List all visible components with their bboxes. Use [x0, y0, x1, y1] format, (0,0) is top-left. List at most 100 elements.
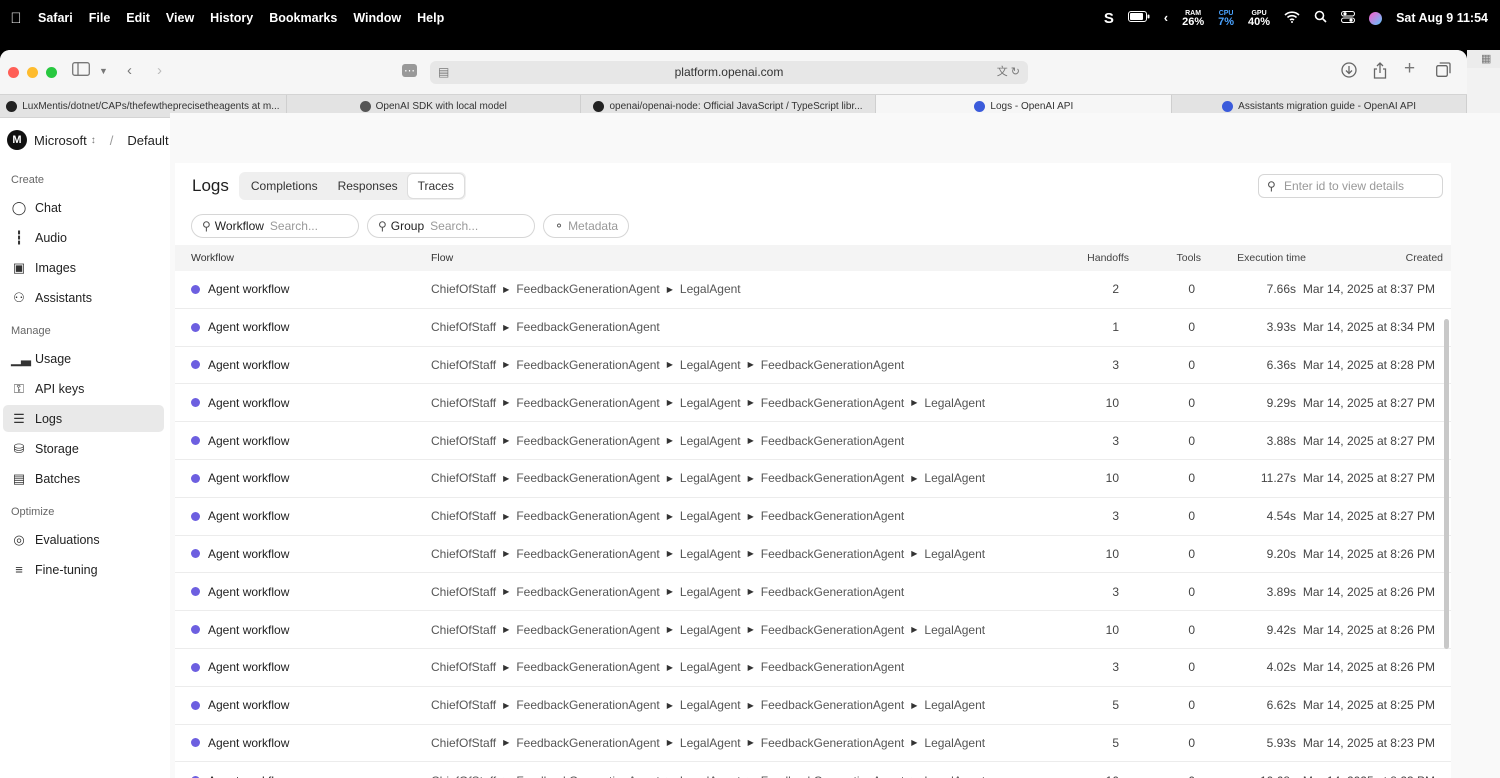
table-row[interactable]: Agent workflowChiefOfStaff▶FeedbackGener… [175, 536, 1451, 574]
tools-cell: 0 [1188, 546, 1195, 561]
arrow-right-icon: ▶ [911, 700, 918, 710]
table-row[interactable]: Agent workflowChiefOfStaff▶FeedbackGener… [175, 309, 1451, 347]
scrollbar[interactable] [1444, 319, 1449, 649]
tab-traces[interactable]: Traces [407, 174, 464, 198]
table-row[interactable]: Agent workflowChiefOfStaff▶FeedbackGener… [175, 347, 1451, 385]
arrow-right-icon: ▶ [911, 738, 918, 748]
tools-cell: 0 [1188, 698, 1195, 713]
col-handoffs[interactable]: Handoffs [1087, 252, 1129, 264]
menu-window[interactable]: Window [353, 11, 401, 25]
col-flow[interactable]: Flow [431, 252, 453, 264]
spotlight-search-icon[interactable] [1314, 10, 1327, 26]
table-row[interactable]: Agent workflowChiefOfStaff▶FeedbackGener… [175, 384, 1451, 423]
menu-file[interactable]: File [89, 11, 111, 25]
workflow-filter[interactable]: ⚲ Workflow Search... [191, 214, 359, 238]
table-row[interactable]: Agent workflowChiefOfStaff▶FeedbackGener… [175, 460, 1451, 498]
sidebar-item-evaluations[interactable]: ◎ Evaluations [3, 526, 164, 553]
table-row[interactable]: Agent workflowChiefOfStaff▶FeedbackGener… [175, 762, 1451, 778]
created-cell: Mar 14, 2025 at 8:27 PM [1302, 509, 1435, 524]
new-tab-icon[interactable]: + [1404, 58, 1415, 80]
ram-stat[interactable]: RAM 26% [1182, 9, 1205, 28]
execution-time-cell: 9.29s [1266, 395, 1296, 410]
ram-value: 26% [1182, 16, 1205, 28]
col-created[interactable]: Created [1406, 252, 1443, 264]
org-avatar[interactable]: M [7, 130, 27, 150]
menu-bookmarks[interactable]: Bookmarks [269, 11, 337, 25]
metadata-filter[interactable]: ⚬ Metadata [543, 214, 630, 238]
workflow-cell: Agent workflow [191, 282, 289, 296]
chevron-updown-icon[interactable]: ↕ [91, 135, 96, 146]
sidebar-item-api-keys[interactable]: ⚿ API keys [3, 375, 164, 402]
chevron-left-icon[interactable]: ‹ [1164, 11, 1168, 25]
sidebar-toggle-icon[interactable] [72, 62, 90, 80]
share-icon[interactable] [1373, 62, 1387, 83]
minimize-window-button[interactable] [27, 66, 38, 78]
translate-reload-icon[interactable]: 文 ↻ [997, 61, 1020, 84]
sidebar-item-fine-tuning[interactable]: ≡ Fine-tuning [3, 556, 164, 583]
sidebar-item-audio[interactable]: ┇ Audio [3, 224, 164, 251]
menu-edit[interactable]: Edit [126, 11, 150, 25]
group-filter[interactable]: ⚲ Group Search... [367, 214, 535, 238]
menu-history[interactable]: History [210, 11, 253, 25]
cpu-stat[interactable]: CPU 7% [1218, 9, 1234, 28]
workflow-name: Agent workflow [208, 774, 289, 778]
battery-icon[interactable] [1127, 11, 1150, 25]
stripe-icon[interactable]: S [1104, 10, 1114, 27]
id-search-input[interactable]: ⚲ Enter id to view details [1258, 174, 1443, 198]
siri-icon[interactable] [1369, 11, 1383, 25]
url-text[interactable]: platform.openai.com [675, 65, 784, 79]
arrow-right-icon: ▶ [666, 511, 673, 521]
downloads-icon[interactable] [1341, 62, 1357, 82]
back-icon[interactable]: ‹ [127, 62, 132, 79]
col-execution-time[interactable]: Execution time [1237, 252, 1306, 264]
menu-app-name[interactable]: Safari [38, 11, 73, 25]
sidebar-item-usage[interactable]: ▁▃ Usage [3, 345, 164, 372]
tab-overview-icon[interactable]: ⋯ [402, 64, 417, 77]
sidebar-item-assistants[interactable]: ⚇ Assistants [3, 284, 164, 311]
clock[interactable]: Sat Aug 9 11:54 [1396, 11, 1488, 25]
sidebar-item-label: Evaluations [35, 532, 100, 547]
arrow-right-icon: ▶ [666, 436, 673, 446]
status-dot [191, 700, 200, 710]
favicon-icon [6, 101, 18, 112]
tab-overview-grid-icon[interactable] [1436, 62, 1451, 81]
zoom-window-button[interactable] [46, 66, 57, 78]
table-row[interactable]: Agent workflowChiefOfStaff▶FeedbackGener… [175, 498, 1451, 536]
flow-step: FeedbackGenerationAgent [760, 471, 905, 486]
apple-icon[interactable]:  [2, 10, 30, 27]
sidebar-item-chat[interactable]: ◯ Chat [3, 194, 164, 221]
tab-responses[interactable]: Responses [328, 174, 408, 198]
table-row[interactable]: Agent workflowChiefOfStaff▶FeedbackGener… [175, 649, 1451, 687]
table-row[interactable]: Agent workflowChiefOfStaff▶FeedbackGener… [175, 725, 1451, 763]
tab-completions[interactable]: Completions [241, 174, 328, 198]
control-center-icon[interactable] [1341, 10, 1356, 26]
table-row[interactable]: Agent workflowChiefOfStaff▶FeedbackGener… [175, 687, 1451, 725]
arrow-right-icon: ▶ [666, 662, 673, 672]
col-tools[interactable]: Tools [1176, 252, 1201, 264]
status-dot [191, 738, 200, 748]
menu-help[interactable]: Help [417, 11, 444, 25]
close-window-button[interactable] [8, 66, 19, 78]
col-workflow[interactable]: Workflow [191, 252, 234, 264]
menu-view[interactable]: View [166, 11, 194, 25]
org-switcher[interactable]: Microsoft [34, 133, 87, 148]
table-row[interactable]: Agent workflowChiefOfStaff▶FeedbackGener… [175, 611, 1451, 649]
table-row[interactable]: Agent workflowChiefOfStaff▶FeedbackGener… [175, 271, 1451, 309]
sidebar-item-images[interactable]: ▣ Images [3, 254, 164, 281]
page-settings-icon[interactable]: ▤ [438, 61, 449, 84]
sidebar-item-storage[interactable]: ⛁ Storage [3, 435, 164, 462]
gpu-stat[interactable]: GPU 40% [1248, 9, 1270, 28]
tools-cell: 0 [1188, 282, 1195, 297]
chevron-down-icon[interactable]: ▼ [99, 66, 108, 76]
logs-panel: Logs Completions Responses Traces ⚲ Enter … [175, 163, 1451, 778]
tools-cell: 0 [1188, 509, 1195, 524]
table-row[interactable]: Agent workflowChiefOfStaff▶FeedbackGener… [175, 573, 1451, 612]
forward-icon[interactable]: › [157, 62, 162, 79]
address-bar[interactable]: ▤ platform.openai.com 文 ↻ [430, 61, 1028, 84]
wifi-icon[interactable] [1284, 10, 1300, 26]
arrow-right-icon: ▶ [666, 700, 673, 710]
sidebar-item-logs[interactable]: ☰ Logs [3, 405, 164, 432]
table-row[interactable]: Agent workflowChiefOfStaff▶FeedbackGener… [175, 422, 1451, 460]
sidebar-item-batches[interactable]: ▤ Batches [3, 465, 164, 492]
flow-step: LegalAgent [924, 735, 986, 750]
